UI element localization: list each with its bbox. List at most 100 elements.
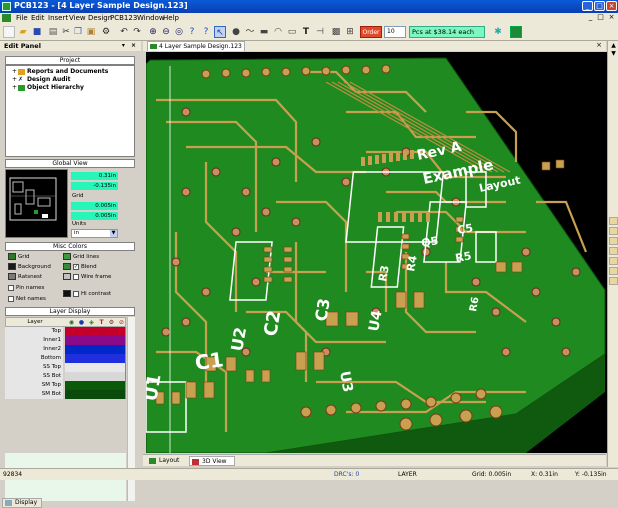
help-icon[interactable]: ? — [186, 26, 198, 38]
visibility-icon[interactable]: ◉ — [67, 319, 76, 326]
help-pointer-icon[interactable]: ? — [200, 26, 212, 38]
misc-background[interactable]: Background — [8, 263, 51, 271]
display-tab[interactable]: Display — [2, 498, 42, 508]
board-3d-canvas[interactable]: C1 C2 C3 U1 U2 U3 U4 R3 R4 R5 Q5 C5 R6 R… — [146, 52, 607, 453]
tree-item-reports[interactable]: + Reports and Documents — [12, 68, 108, 76]
layer-color-swatch[interactable] — [65, 327, 126, 336]
menu-pcb123[interactable]: PCB123 — [110, 14, 137, 22]
layer-row-top[interactable]: Top — [5, 327, 126, 336]
menu-insert[interactable]: Insert — [48, 14, 68, 22]
hi-contrast-checkbox[interactable] — [73, 290, 79, 297]
layer-color-swatch[interactable] — [65, 372, 126, 381]
maximize-button[interactable]: □ — [594, 1, 605, 11]
open-icon[interactable]: ▰ — [17, 26, 29, 38]
layer-row-bottom[interactable]: Bottom — [5, 354, 126, 363]
layer-color-swatch[interactable] — [65, 336, 126, 345]
layer-row-sm-top[interactable]: SM Top — [5, 381, 126, 390]
misc-grid-lines[interactable]: Grid lines — [63, 253, 99, 261]
layer-color-swatch[interactable] — [65, 363, 126, 372]
scroll-up-icon[interactable]: ▲ — [609, 42, 618, 50]
select-arrow-icon[interactable]: ↖ — [214, 26, 226, 38]
status-indicator-icon[interactable] — [510, 26, 522, 38]
menu-edit[interactable]: Edit — [31, 14, 45, 22]
grid-color-swatch[interactable] — [8, 253, 16, 260]
library-icon[interactable]: ⚙ — [100, 26, 112, 38]
layer-row-inner2[interactable]: Inner2 — [5, 345, 126, 354]
pad-icon[interactable]: ▬ — [258, 26, 270, 38]
text-layer-icon[interactable]: T — [97, 319, 106, 326]
component-layer-icon[interactable]: ⚙ — [107, 319, 116, 326]
tool-5-icon[interactable] — [609, 257, 618, 265]
misc-wire-frame[interactable]: Wire frame — [63, 273, 111, 281]
quantity-input[interactable]: 10 — [384, 26, 406, 38]
trace-icon[interactable]: 〜 — [244, 26, 256, 38]
via-icon[interactable]: ● — [230, 26, 242, 38]
redo-icon[interactable]: ↷ — [131, 26, 143, 38]
text-icon[interactable]: T — [300, 26, 312, 38]
layer-color-swatch[interactable] — [65, 354, 126, 363]
print-icon[interactable]: ▤ — [47, 26, 59, 38]
project-tree[interactable]: + Reports and Documents +✗ Design Audit + O… — [5, 65, 135, 157]
background-swatch[interactable] — [8, 263, 16, 270]
ratsnest-swatch[interactable] — [8, 273, 16, 280]
document-tab[interactable]: 4 Layer Sample Design.123 — [147, 41, 245, 51]
chevron-down-icon[interactable]: ▼ — [110, 230, 117, 237]
save-icon[interactable]: ■ — [31, 26, 43, 38]
arc-icon[interactable]: ◠ — [272, 26, 284, 38]
tab-layout[interactable]: Layout — [147, 456, 187, 466]
units-select[interactable]: in ▼ — [71, 229, 118, 238]
doc-minimize-button[interactable]: _ — [586, 14, 595, 22]
no-layer-icon[interactable]: ⊘ — [117, 319, 126, 326]
copy-icon[interactable]: ❐ — [72, 26, 84, 38]
layer-color-swatch[interactable] — [65, 345, 126, 354]
wire-frame-checkbox[interactable] — [73, 273, 79, 280]
net-names-checkbox[interactable] — [8, 295, 14, 302]
misc-hi-contrast[interactable]: Hi contrast — [63, 290, 111, 298]
dimension-icon[interactable]: ⊣ — [314, 26, 326, 38]
paste-icon[interactable]: ▣ — [85, 26, 97, 38]
misc-blend[interactable]: ✓ Blend — [63, 263, 97, 271]
zoom-in-icon[interactable]: ⊕ — [147, 26, 159, 38]
fill-icon[interactable]: ◈ — [87, 319, 96, 326]
layer-color-swatch[interactable] — [65, 381, 126, 390]
layer-row-ss-bot[interactable]: SS Bot — [5, 372, 126, 381]
zoom-fit-icon[interactable]: ◎ — [173, 26, 185, 38]
misc-pin-names[interactable]: Pin names — [8, 284, 44, 292]
close-button[interactable]: × — [606, 1, 617, 11]
tool-3-icon[interactable] — [609, 237, 618, 245]
tab-3d-view[interactable]: 3D View — [189, 456, 235, 466]
menu-file[interactable]: File — [16, 14, 28, 22]
grid-lines-swatch[interactable] — [63, 253, 71, 260]
settings-gear-icon[interactable]: ✱ — [492, 26, 504, 38]
layer-color-swatch[interactable] — [65, 390, 126, 399]
menu-view[interactable]: View — [69, 14, 86, 22]
settings-icon[interactable]: ⊞ — [344, 26, 356, 38]
zoom-out-icon[interactable]: ⊖ — [160, 26, 172, 38]
order-button[interactable]: Order — [360, 26, 382, 38]
layer-row-ss-top[interactable]: SS Top — [5, 363, 126, 372]
grid-x-field[interactable]: 0.005in — [71, 202, 118, 210]
doc-restore-button[interactable]: □ — [596, 14, 605, 22]
rect-icon[interactable]: ▭ — [286, 26, 298, 38]
scroll-down-icon[interactable]: ▼ — [609, 50, 618, 58]
undo-icon[interactable]: ↶ — [118, 26, 130, 38]
close-icon[interactable]: × — [596, 41, 602, 49]
tool-4-icon[interactable] — [609, 247, 618, 255]
tree-item-design-audit[interactable]: +✗ Design Audit — [12, 76, 70, 84]
misc-net-names[interactable]: Net names — [8, 295, 46, 303]
layer-row-sm-bot[interactable]: SM Bot — [5, 390, 126, 399]
tool-1-icon[interactable] — [609, 217, 618, 225]
pin-names-checkbox[interactable] — [8, 284, 14, 291]
menu-help[interactable]: Help — [163, 14, 179, 22]
new-icon[interactable]: ▫ — [3, 26, 15, 38]
select-layer-icon[interactable]: ● — [77, 319, 86, 326]
cut-icon[interactable]: ✂ — [60, 26, 72, 38]
blend-checkbox[interactable]: ✓ — [73, 263, 79, 270]
tree-item-object-hierarchy[interactable]: + Object Hierarchy — [12, 84, 84, 92]
global-view-thumbnail[interactable] — [5, 169, 68, 238]
grid-y-field[interactable]: 0.005in — [71, 212, 118, 220]
layer-row-inner1[interactable]: Inner1 — [5, 336, 126, 345]
tool-2-icon[interactable] — [609, 227, 618, 235]
panel-controls[interactable]: ▾ × — [122, 41, 138, 51]
component-icon[interactable]: ▩ — [330, 26, 342, 38]
